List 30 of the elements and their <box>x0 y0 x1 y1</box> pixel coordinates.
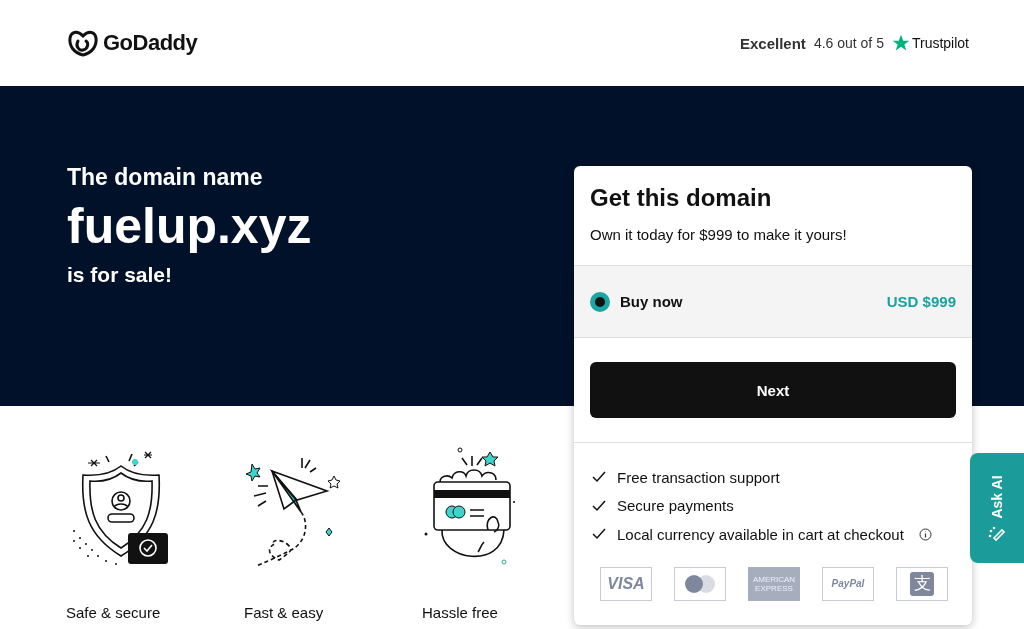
rating-score: 4.6 out of 5 <box>813 35 884 51</box>
check-icon <box>592 499 606 512</box>
offer-title: Get this domain <box>590 184 773 212</box>
benefit-text: Free transaction support <box>617 468 780 486</box>
amex-logo: AMERICAN EXPRESS <box>748 566 800 601</box>
radio-button[interactable] <box>590 291 610 312</box>
offer-subtitle: Own it today for $999 to make it yours! <box>590 226 848 243</box>
paypal-logo: PayPal <box>822 566 874 601</box>
option-price: USD $999 <box>886 293 956 310</box>
domain-name: fuelup.xyz <box>67 197 312 255</box>
hero-outro: is for sale! <box>67 263 173 287</box>
logo-wordmark[interactable]: GoDaddy <box>103 30 198 56</box>
star-icon <box>891 34 910 52</box>
purchase-option[interactable]: Buy now USD $999 <box>574 265 972 338</box>
godaddy-logo-icon <box>67 29 99 57</box>
feature-label: Safe & secure <box>66 604 161 621</box>
next-button[interactable]: Next <box>590 362 956 418</box>
alipay-logo: 支 <box>910 571 934 596</box>
mastercard-logo-icon <box>683 573 717 594</box>
check-icon <box>592 528 606 541</box>
benefit-text: Local currency available in cart at checkout <box>617 525 904 543</box>
benefit-text: Secure payments <box>617 497 734 515</box>
info-icon <box>918 527 932 541</box>
hero-intro: The domain name <box>67 164 263 191</box>
rating-label: Excellent <box>740 34 806 52</box>
trustpilot-wordmark[interactable]: Trustpilot <box>911 35 969 51</box>
feature-label: Fast & easy <box>244 604 324 621</box>
check-icon <box>592 471 606 484</box>
feature-label: Hassle free <box>422 604 498 621</box>
visa-logo: VISA <box>600 566 652 601</box>
